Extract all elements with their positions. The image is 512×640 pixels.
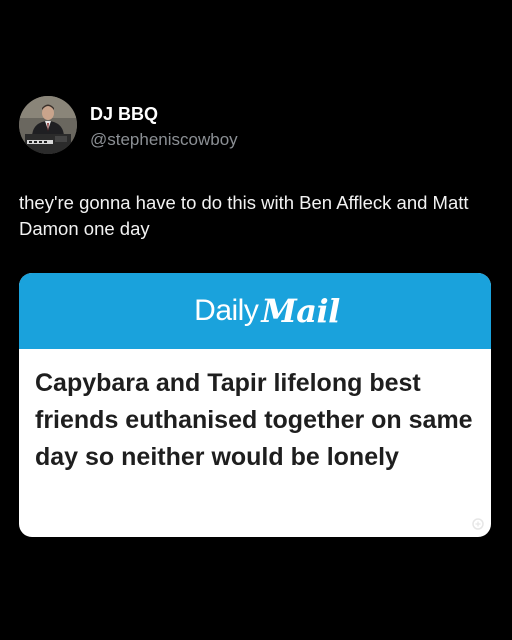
- watermark-icon: [472, 518, 484, 530]
- tweet: DJ BBQ @stepheniscowboy they're gonna ha…: [0, 0, 512, 640]
- daily-mail-masthead: Daily Mail: [19, 273, 491, 349]
- article-headline: Capybara and Tapir lifelong best friends…: [35, 369, 473, 471]
- author-display-name[interactable]: DJ BBQ: [90, 104, 158, 125]
- avatar[interactable]: [19, 96, 77, 154]
- profile-photo-icon: [19, 96, 77, 154]
- tweet-text: they're gonna have to do this with Ben A…: [19, 192, 469, 239]
- embedded-article-card[interactable]: Daily Mail Capybara and Tapir lifelong b…: [19, 273, 491, 537]
- author-handle[interactable]: @stepheniscowboy: [90, 130, 238, 150]
- masthead-mail-text: Mail: [261, 292, 340, 330]
- masthead-daily-text: Daily: [194, 294, 259, 327]
